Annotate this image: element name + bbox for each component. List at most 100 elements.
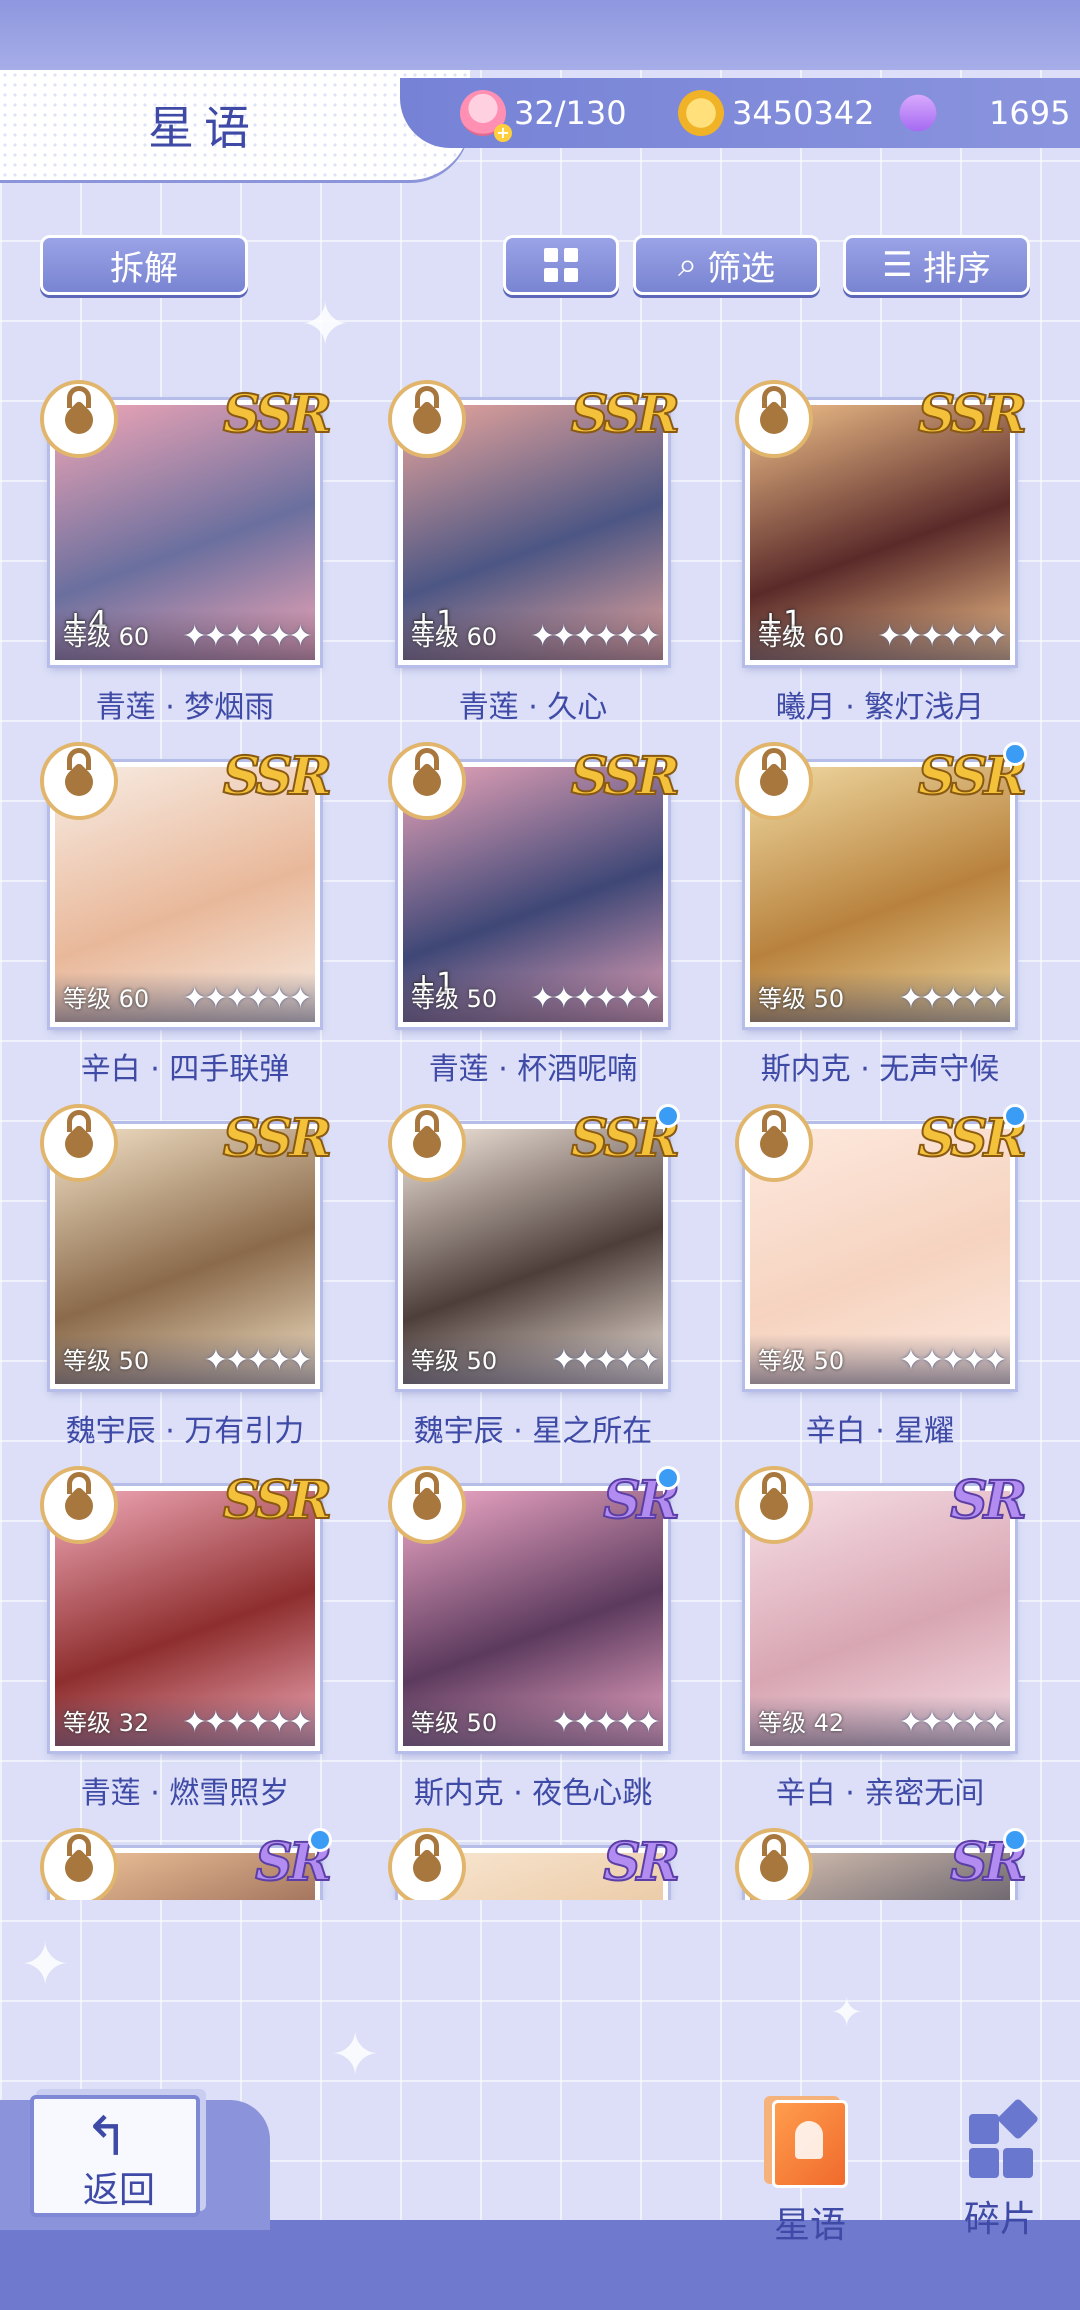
dismantle-button[interactable]: 拆解 xyxy=(40,235,248,295)
gem-icon xyxy=(891,86,945,140)
new-dot-icon xyxy=(656,1104,680,1128)
sparkle-decoration: ✦ xyxy=(300,290,351,360)
card-item[interactable]: 等级 50 ✦✦✦✦✦ SR 斯内克 · 夜色心跳 xyxy=(388,1466,681,1811)
stamina-resource[interactable]: + 32/130 xyxy=(460,90,627,142)
card-level: 等级 60 xyxy=(63,985,150,1013)
gem-resource[interactable]: 1695 xyxy=(891,86,1071,140)
lock-icon[interactable] xyxy=(40,1466,118,1544)
rarity-badge: SSR xyxy=(222,1469,333,1532)
sort-button[interactable]: ☰ 排序 xyxy=(843,235,1030,295)
bottom-bar-base xyxy=(0,2220,1080,2310)
card-name: 辛白 · 星耀 xyxy=(805,1414,955,1449)
sparkle-decoration: ✦ xyxy=(830,1990,864,2036)
lock-icon[interactable] xyxy=(388,1828,466,1900)
card-name: 魏宇辰 · 万有引力 xyxy=(65,1414,305,1449)
sort-icon: ☰ xyxy=(882,245,913,285)
card-item[interactable]: 等级 32 ✦✦✦✦✦✦ SSR 青莲 · 燃雪照岁 xyxy=(40,1466,333,1811)
sparkle-decoration: ✦ xyxy=(20,1930,71,2000)
card-name: 辛白 · 亲密无间 xyxy=(775,1776,985,1811)
card-item[interactable]: +1 等级 50 ✦✦✦✦✦✦ SSR 青莲 · 杯酒呢喃 xyxy=(388,742,681,1087)
lock-icon[interactable] xyxy=(40,1828,118,1900)
card-item[interactable]: 等级 60 ✦✦✦✦✦✦ SSR 辛白 · 四手联弹 xyxy=(40,742,333,1087)
dismantle-label: 拆解 xyxy=(110,248,178,289)
card-name: 斯内克 · 无声守候 xyxy=(760,1052,1000,1087)
card-stars: ✦✦✦✦✦ xyxy=(898,981,1008,1016)
rarity-badge: SR xyxy=(602,1831,681,1894)
card-item[interactable]: +1 等级 60 ✦✦✦✦✦✦ SSR 曦月 · 繁灯浅月 xyxy=(735,380,1028,725)
card-stars: ✦✦✦✦✦ xyxy=(551,1705,661,1740)
card-stars: ✦✦✦✦✦ xyxy=(898,1705,1008,1740)
back-arrow-icon: ↰ xyxy=(84,2105,130,2168)
lock-icon[interactable] xyxy=(735,1104,813,1182)
card-item[interactable]: SR xyxy=(735,1828,1028,1900)
card-stars: ✦✦✦✦✦✦ xyxy=(182,619,313,654)
lock-icon[interactable] xyxy=(388,742,466,820)
card-stars: ✦✦✦✦✦✦ xyxy=(877,619,1008,654)
gem-value: 1695 xyxy=(989,94,1071,132)
card-level: 等级 50 xyxy=(758,1347,845,1375)
lock-icon[interactable] xyxy=(40,1104,118,1182)
card-stars: ✦✦✦✦✦ xyxy=(898,1343,1008,1378)
new-dot-icon xyxy=(308,1828,332,1852)
page-title: 星语 xyxy=(148,101,260,155)
card-item[interactable]: 等级 50 ✦✦✦✦✦ SSR 魏宇辰 · 万有引力 xyxy=(40,1104,333,1449)
tab-fragments-label: 碎片 xyxy=(963,2199,1036,2240)
card-stars: ✦✦✦✦✦✦ xyxy=(530,981,661,1016)
coin-icon xyxy=(678,90,724,136)
rarity-badge: SSR xyxy=(570,745,681,808)
lock-icon[interactable] xyxy=(388,1466,466,1544)
lock-icon[interactable] xyxy=(735,742,813,820)
header: 星语 + 32/130 3450342 1695 xyxy=(0,70,1080,185)
rarity-badge: SSR xyxy=(570,383,681,446)
rarity-badge: SSR xyxy=(917,383,1028,446)
lock-icon[interactable] xyxy=(735,1828,813,1900)
card-item[interactable]: 等级 50 ✦✦✦✦✦ SSR 辛白 · 星耀 xyxy=(735,1104,1028,1449)
card-name: 魏宇辰 · 星之所在 xyxy=(413,1414,653,1449)
card-name: 斯内克 · 夜色心跳 xyxy=(413,1776,653,1811)
card-item[interactable]: 等级 42 ✦✦✦✦✦ SR 辛白 · 亲密无间 xyxy=(735,1466,1028,1811)
card-name: 曦月 · 繁灯浅月 xyxy=(775,690,985,725)
card-name: 青莲 · 久心 xyxy=(458,690,608,725)
lock-icon[interactable] xyxy=(388,380,466,458)
card-item[interactable]: SR xyxy=(388,1828,681,1900)
back-button[interactable]: ↰ 返回 xyxy=(30,2095,200,2217)
tab-cards[interactable]: 星语 xyxy=(740,2100,880,2246)
filter-label: 筛选 xyxy=(707,248,776,289)
card-item[interactable]: 等级 50 ✦✦✦✦✦ SSR 魏宇辰 · 星之所在 xyxy=(388,1104,681,1449)
card-level: 等级 60 xyxy=(758,623,845,651)
card-name: 青莲 · 燃雪照岁 xyxy=(80,1776,290,1811)
card-name: 青莲 · 杯酒呢喃 xyxy=(428,1052,638,1087)
lock-icon[interactable] xyxy=(40,742,118,820)
rarity-badge: SSR xyxy=(222,745,333,808)
new-dot-icon xyxy=(1003,742,1027,766)
card-level: 等级 42 xyxy=(758,1709,845,1737)
card-item[interactable]: +1 等级 60 ✦✦✦✦✦✦ SSR 青莲 · 久心 xyxy=(388,380,681,725)
rarity-badge: SR xyxy=(949,1469,1028,1532)
card-item[interactable]: +4 等级 60 ✦✦✦✦✦✦ SSR 青莲 · 梦烟雨 xyxy=(40,380,333,725)
tab-cards-label: 星语 xyxy=(773,2205,846,2246)
filter-icon: ⌕ xyxy=(677,245,698,285)
lock-icon[interactable] xyxy=(40,380,118,458)
card-level: 等级 32 xyxy=(63,1709,150,1737)
filter-button[interactable]: ⌕ 筛选 xyxy=(633,235,820,295)
resource-bar: + 32/130 3450342 1695 xyxy=(400,78,1080,148)
card-level: 等级 50 xyxy=(411,985,498,1013)
cake-icon: + xyxy=(460,90,512,142)
lock-icon[interactable] xyxy=(388,1104,466,1182)
card-level: 等级 60 xyxy=(63,623,150,651)
card-stars: ✦✦✦✦✦ xyxy=(551,1343,661,1378)
lock-icon[interactable] xyxy=(735,380,813,458)
stamina-value: 32/130 xyxy=(514,94,627,132)
grid-view-button[interactable] xyxy=(503,235,619,295)
card-grid: +4 等级 60 ✦✦✦✦✦✦ SSR 青莲 · 梦烟雨 +1 等级 60 ✦✦✦✦✦✦ SSR… xyxy=(0,380,1080,1900)
card-item[interactable]: 等级 50 ✦✦✦✦✦ SSR 斯内克 · 无声守候 xyxy=(735,742,1028,1087)
card-item[interactable]: SR xyxy=(40,1828,333,1900)
card-level: 等级 50 xyxy=(411,1709,498,1737)
card-name: 辛白 · 四手联弹 xyxy=(80,1052,290,1087)
card-level: 等级 50 xyxy=(63,1347,150,1375)
tab-fragments[interactable]: 碎片 xyxy=(930,2097,1070,2240)
lock-icon[interactable] xyxy=(735,1466,813,1544)
card-level: 等级 50 xyxy=(758,985,845,1013)
coin-resource[interactable]: 3450342 xyxy=(678,90,875,136)
sparkle-decoration: ✦ xyxy=(330,2020,381,2090)
